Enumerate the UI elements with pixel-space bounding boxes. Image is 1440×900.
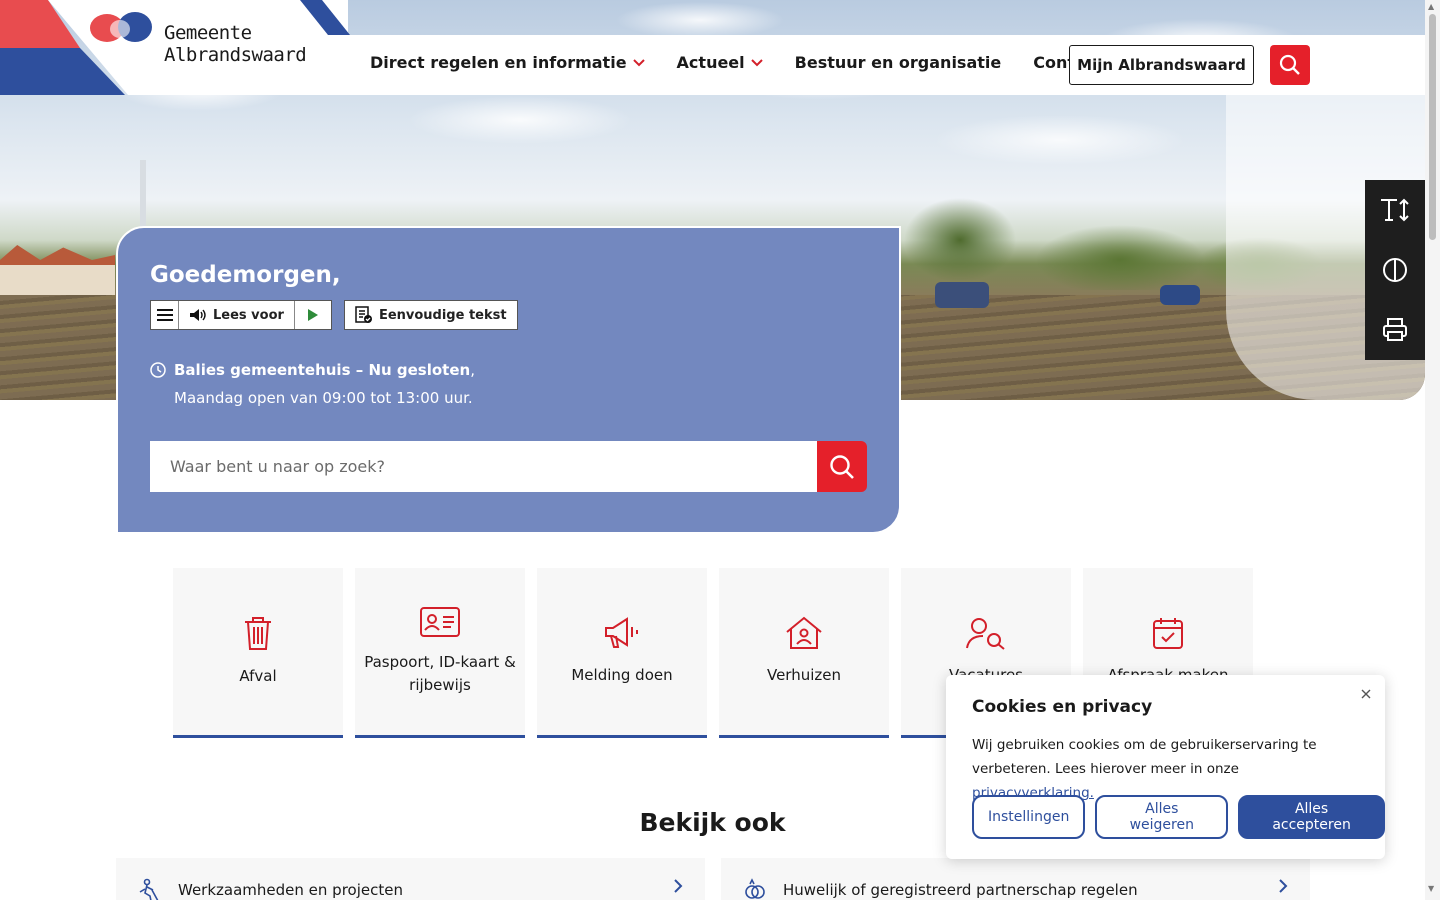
hours-status: Balies gemeentehuis – Nu gesloten	[174, 361, 471, 379]
contrast-icon	[1383, 258, 1407, 282]
play-icon	[307, 309, 318, 321]
rings-icon	[745, 878, 765, 899]
scroll-up-arrow-icon[interactable]: ▲	[1428, 2, 1434, 11]
hours-comma: ,	[470, 361, 475, 379]
mijn-albrandswaard-button[interactable]: Mijn Albrandswaard	[1069, 45, 1254, 85]
readspeaker-widget: Lees voor	[150, 300, 332, 330]
nav-actueel[interactable]: Actueel	[677, 53, 763, 72]
cookie-settings-button[interactable]: Instellingen	[972, 795, 1086, 839]
person-search-icon	[966, 618, 1005, 650]
readspeaker-bar: Lees voor Eenvoudige tekst	[150, 300, 518, 330]
chevron-right-icon	[674, 879, 683, 893]
nav-item-label: Direct regelen en informatie	[370, 53, 627, 72]
megaphone-icon	[605, 617, 638, 648]
chevron-down-icon	[750, 58, 763, 66]
simple-text-button[interactable]: Eenvoudige tekst	[343, 300, 518, 330]
tile-label: Paspoort, ID-kaart & rijbewijs	[364, 652, 516, 694]
search-icon	[1279, 54, 1300, 75]
link-label: Werkzaamheden en projecten	[178, 881, 403, 899]
worker-icon	[139, 878, 159, 900]
header-search-button[interactable]	[1270, 45, 1310, 85]
scrollbar-thumb[interactable]	[1429, 14, 1436, 240]
readspeaker-menu-button[interactable]	[151, 301, 179, 329]
house-icon	[786, 616, 822, 649]
tile-paspoort[interactable]: Paspoort, ID-kaart & rijbewijs	[355, 568, 525, 738]
greeting-title: Goedemorgen,	[150, 262, 341, 288]
menu-icon	[156, 309, 173, 321]
search-icon	[830, 454, 854, 479]
tile-label: Verhuizen	[766, 666, 842, 684]
main-nav: Direct regelen en informatie Actueel Bes…	[370, 53, 1103, 72]
accessibility-toolbar	[1365, 180, 1425, 360]
nav-direct-regelen[interactable]: Direct regelen en informatie	[370, 53, 645, 72]
greeting-card: Goedemorgen, Lees voor Eenvoudige tekst …	[116, 226, 901, 534]
search-submit-button[interactable]	[817, 441, 867, 492]
calendar-icon	[1153, 618, 1183, 649]
link-huwelijk[interactable]: Huwelijk of geregistreerd partnerschap r…	[721, 858, 1310, 900]
play-button[interactable]	[295, 301, 331, 329]
hours-next-open: Maandag open van 09:00 tot 13:00 uur.	[174, 389, 473, 407]
link-werkzaamheden[interactable]: Werkzaamheden en projecten	[116, 858, 705, 900]
read-aloud-label: Lees voor	[213, 307, 284, 323]
logo-line1: Gemeente	[164, 22, 252, 44]
id-card-icon	[420, 606, 460, 637]
logo-text: Gemeente Albrandswaard	[164, 22, 307, 66]
nav-item-label: Bestuur en organisatie	[794, 53, 1002, 72]
tile-melding[interactable]: Melding doen	[537, 568, 707, 738]
close-icon[interactable]	[1361, 685, 1371, 703]
cookie-accept-button[interactable]: Alles accepteren	[1238, 795, 1385, 839]
scroll-down-arrow-icon[interactable]: ▼	[1428, 884, 1434, 893]
cookie-title: Cookies en privacy	[972, 697, 1153, 717]
nav-bestuur[interactable]: Bestuur en organisatie	[795, 53, 1002, 72]
nav-item-label: Actueel	[676, 53, 745, 72]
tile-verhuizen[interactable]: Verhuizen	[719, 568, 889, 738]
tile-afval[interactable]: Afval	[173, 568, 343, 738]
print-button[interactable]	[1365, 300, 1425, 360]
logo-line2: Albrandswaard	[164, 44, 307, 66]
search-input[interactable]	[150, 441, 817, 492]
cookie-reject-button[interactable]: Alles weigeren	[1095, 795, 1229, 839]
read-aloud-button[interactable]: Lees voor	[179, 301, 295, 329]
tile-label: Afval	[239, 667, 277, 685]
tile-label: Melding doen	[571, 666, 673, 684]
trash-icon	[245, 617, 271, 650]
page-scrollbar[interactable]: ▲ ▼	[1425, 0, 1440, 900]
clock-icon	[150, 362, 166, 378]
speaker-icon	[190, 309, 206, 321]
chevron-right-icon	[1279, 879, 1288, 893]
link-label: Huwelijk of geregistreerd partnerschap r…	[783, 881, 1138, 899]
site-logo[interactable]: Gemeente Albrandswaard	[90, 12, 307, 66]
opening-hours: Balies gemeentehuis – Nu gesloten, Maand…	[150, 356, 475, 412]
print-icon	[1383, 318, 1407, 341]
header: Gemeente Albrandswaard Direct regelen en…	[0, 0, 1425, 95]
simple-text-icon	[355, 306, 372, 323]
chevron-down-icon	[632, 58, 645, 66]
cookie-banner: Cookies en privacy Wij gebruiken cookies…	[946, 675, 1385, 859]
text-size-icon	[1381, 198, 1409, 222]
text-size-button[interactable]	[1365, 180, 1425, 240]
logo-mark-icon	[90, 12, 154, 44]
cookie-actions: Instellingen Alles weigeren Alles accept…	[972, 795, 1385, 839]
cookie-body-text: Wij gebruiken cookies om de gebruikerser…	[972, 737, 1317, 777]
simple-text-label: Eenvoudige tekst	[378, 307, 507, 323]
main-search	[150, 441, 867, 492]
contrast-button[interactable]	[1365, 240, 1425, 300]
